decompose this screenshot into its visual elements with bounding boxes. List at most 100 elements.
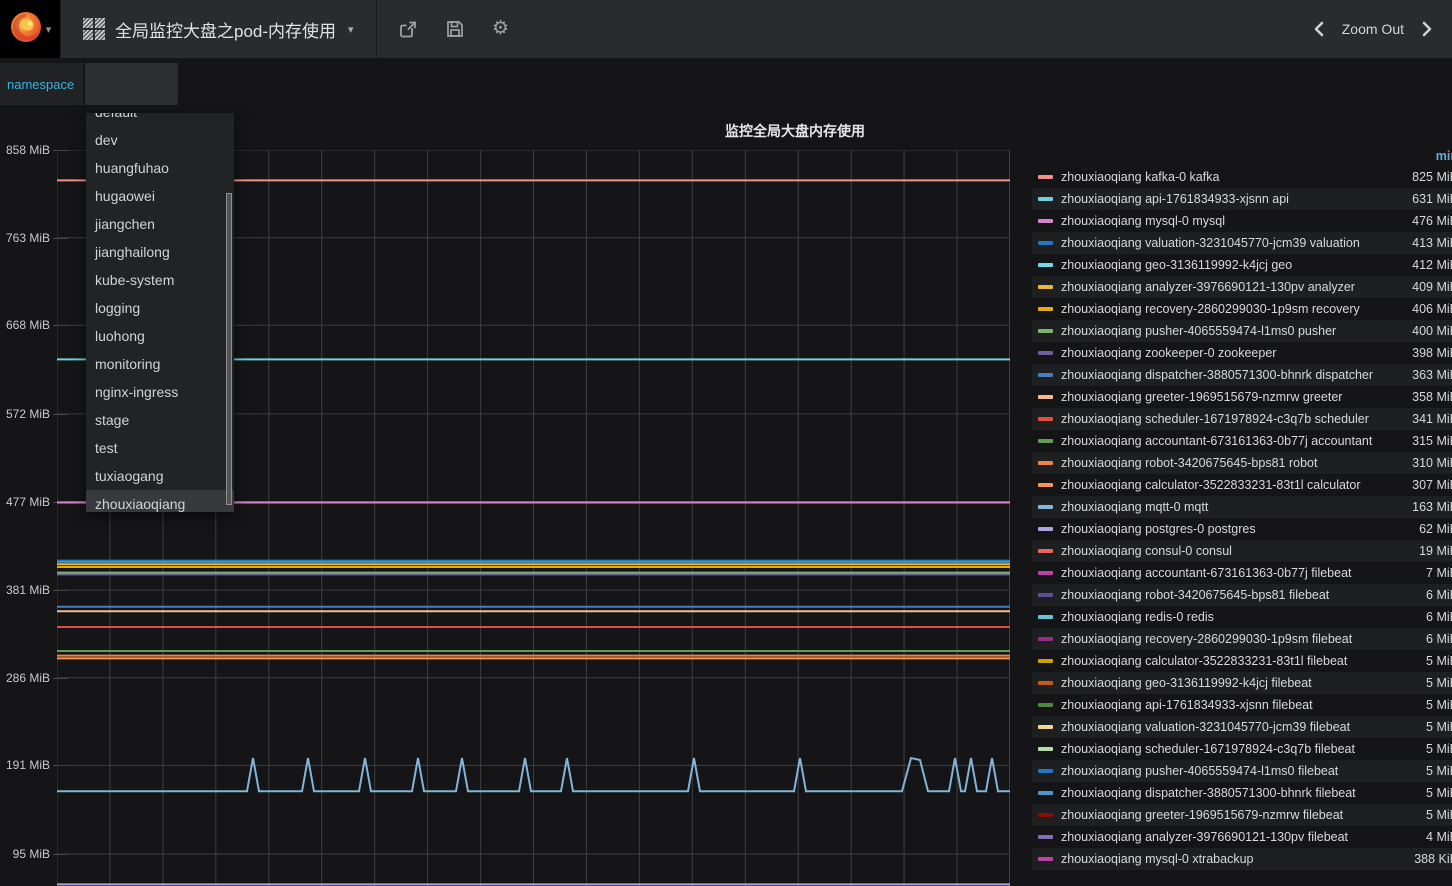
settings-gear-icon[interactable]: ⚙ <box>491 19 511 39</box>
series-color-swatch <box>1038 593 1053 597</box>
series-color-swatch <box>1038 285 1053 289</box>
series-color-swatch <box>1038 747 1053 751</box>
chevron-left-icon[interactable] <box>1312 20 1326 38</box>
legend-series-row[interactable]: zhouxiaoqiang consul-0 consul19 MiB <box>1032 540 1452 562</box>
series-label: zhouxiaoqiang calculator-3522833231-83t1… <box>1061 654 1388 668</box>
series-label: zhouxiaoqiang mqtt-0 mqtt <box>1061 500 1388 514</box>
legend-series-row[interactable]: zhouxiaoqiang kafka-0 kafka825 MiB <box>1032 166 1452 188</box>
y-axis-tick-label: 668 MiB <box>0 318 50 332</box>
chevron-down-icon: ▾ <box>46 23 52 36</box>
series-label: zhouxiaoqiang zookeeper-0 zookeeper <box>1061 346 1388 360</box>
legend-series-row[interactable]: zhouxiaoqiang dispatcher-3880571300-bhnr… <box>1032 782 1452 804</box>
legend-series-row[interactable]: zhouxiaoqiang calculator-3522833231-83t1… <box>1032 474 1452 496</box>
legend-series-row[interactable]: zhouxiaoqiang accountant-673161363-0b77j… <box>1032 430 1452 452</box>
dropdown-option-hugaowei[interactable]: hugaowei <box>86 182 234 210</box>
dropdown-option-default[interactable]: default <box>86 113 234 126</box>
zoom-out-button[interactable]: Zoom Out <box>1342 21 1404 37</box>
share-icon[interactable] <box>399 19 419 39</box>
save-icon[interactable] <box>445 19 465 39</box>
dropdown-option-jiangchen[interactable]: jiangchen <box>86 210 234 238</box>
legend-series-row[interactable]: zhouxiaoqiang analyzer-3976690121-130pv … <box>1032 826 1452 848</box>
series-min-value: 409 MiB <box>1388 280 1452 294</box>
series-label: zhouxiaoqiang kafka-0 kafka <box>1061 170 1388 184</box>
chevron-right-icon[interactable] <box>1420 20 1434 38</box>
dropdown-option-jianghailong[interactable]: jianghailong <box>86 238 234 266</box>
series-label: zhouxiaoqiang analyzer-3976690121-130pv … <box>1061 830 1388 844</box>
legend-series-row[interactable]: zhouxiaoqiang api-1761834933-xjsnn fileb… <box>1032 694 1452 716</box>
series-min-value: 476 MiB <box>1388 214 1452 228</box>
series-min-value: 413 MiB <box>1388 236 1452 250</box>
panel-title[interactable]: 监控全局大盘内存使用 <box>138 121 1452 141</box>
series-min-value: 163 MiB <box>1388 500 1452 514</box>
legend-series-row[interactable]: zhouxiaoqiang recovery-2860299030-1p9sm … <box>1032 628 1452 650</box>
dropdown-option-tuxiaogang[interactable]: tuxiaogang <box>86 462 234 490</box>
legend-series-row[interactable]: zhouxiaoqiang greeter-1969515679-nzmrw g… <box>1032 386 1452 408</box>
series-min-value: 6 MiB <box>1388 588 1452 602</box>
series-min-value: 4 MiB <box>1388 830 1452 844</box>
y-axis-tick-label: 477 MiB <box>0 495 50 509</box>
legend-series-row[interactable]: zhouxiaoqiang pusher-4065559474-l1ms0 fi… <box>1032 760 1452 782</box>
legend-header-spacer <box>1038 154 1053 158</box>
legend-series-row[interactable]: zhouxiaoqiang mysql-0 xtrabackup388 KiB <box>1032 848 1452 870</box>
legend-series-row[interactable]: zhouxiaoqiang dispatcher-3880571300-bhnr… <box>1032 364 1452 386</box>
legend-min-column-header[interactable]: min <box>1388 149 1452 163</box>
dropdown-option-stage[interactable]: stage <box>86 406 234 434</box>
legend-series-row[interactable]: zhouxiaoqiang robot-3420675645-bps81 rob… <box>1032 452 1452 474</box>
legend-series-row[interactable]: zhouxiaoqiang valuation-3231045770-jcm39… <box>1032 716 1452 738</box>
series-color-swatch <box>1038 241 1053 245</box>
dropdown-option-kube-system[interactable]: kube-system <box>86 266 234 294</box>
legend-series-row[interactable]: zhouxiaoqiang zookeeper-0 zookeeper398 M… <box>1032 342 1452 364</box>
series-color-swatch <box>1038 791 1053 795</box>
legend-series-row[interactable]: zhouxiaoqiang redis-0 redis6 MiB <box>1032 606 1452 628</box>
legend-series-row[interactable]: zhouxiaoqiang scheduler-1671978924-c3q7b… <box>1032 408 1452 430</box>
dropdown-scrollbar[interactable] <box>226 193 232 505</box>
y-axis-tick-label: 858 MiB <box>0 143 50 157</box>
grafana-logo-menu[interactable]: ▾ <box>0 0 60 58</box>
legend-series-row[interactable]: zhouxiaoqiang robot-3420675645-bps81 fil… <box>1032 584 1452 606</box>
legend-series-row[interactable]: zhouxiaoqiang valuation-3231045770-jcm39… <box>1032 232 1452 254</box>
series-min-value: 5 MiB <box>1388 654 1452 668</box>
dropdown-option-huangfuhao[interactable]: huangfuhao <box>86 154 234 182</box>
dropdown-option-monitoring[interactable]: monitoring <box>86 350 234 378</box>
legend-series-row[interactable]: zhouxiaoqiang analyzer-3976690121-130pv … <box>1032 276 1452 298</box>
series-label: zhouxiaoqiang pusher-4065559474-l1ms0 fi… <box>1061 764 1388 778</box>
legend-series-row[interactable]: zhouxiaoqiang api-1761834933-xjsnn api63… <box>1032 188 1452 210</box>
series-min-value: 19 MiB <box>1388 544 1452 558</box>
series-label: zhouxiaoqiang scheduler-1671978924-c3q7b… <box>1061 412 1388 426</box>
legend-series-row[interactable]: zhouxiaoqiang greeter-1969515679-nzmrw f… <box>1032 804 1452 826</box>
legend-series-row[interactable]: zhouxiaoqiang scheduler-1671978924-c3q7b… <box>1032 738 1452 760</box>
series-color-swatch <box>1038 769 1053 773</box>
graph-legend: min zhouxiaoqiang kafka-0 kafka825 MiBzh… <box>1032 146 1452 870</box>
y-axis-tick-label: 381 MiB <box>0 583 50 597</box>
legend-series-row[interactable]: zhouxiaoqiang calculator-3522833231-83t1… <box>1032 650 1452 672</box>
series-color-swatch <box>1038 197 1053 201</box>
series-color-swatch <box>1038 373 1053 377</box>
namespace-dropdown: defaultdevhuangfuhaohugaoweijiangchenjia… <box>86 113 234 512</box>
series-label: zhouxiaoqiang recovery-2860299030-1p9sm … <box>1061 302 1388 316</box>
dropdown-option-test[interactable]: test <box>86 434 234 462</box>
series-color-swatch <box>1038 351 1053 355</box>
dropdown-option-dev[interactable]: dev <box>86 126 234 154</box>
legend-series-row[interactable]: zhouxiaoqiang geo-3136119992-k4jcj geo41… <box>1032 254 1452 276</box>
y-axis-tick-label: 191 MiB <box>0 758 50 772</box>
dropdown-option-logging[interactable]: logging <box>86 294 234 322</box>
series-min-value: 310 MiB <box>1388 456 1452 470</box>
legend-series-row[interactable]: zhouxiaoqiang mqtt-0 mqtt163 MiB <box>1032 496 1452 518</box>
series-min-value: 5 MiB <box>1388 786 1452 800</box>
series-color-swatch <box>1038 461 1053 465</box>
legend-series-row[interactable]: zhouxiaoqiang accountant-673161363-0b77j… <box>1032 562 1452 584</box>
legend-series-row[interactable]: zhouxiaoqiang mysql-0 mysql476 MiB <box>1032 210 1452 232</box>
series-min-value: 307 MiB <box>1388 478 1452 492</box>
namespace-value-input[interactable] <box>85 63 178 105</box>
dropdown-option-zhouxiaoqiang[interactable]: zhouxiaoqiang <box>86 490 234 512</box>
series-color-swatch <box>1038 703 1053 707</box>
series-min-value: 388 KiB <box>1388 852 1452 866</box>
series-min-value: 6 MiB <box>1388 610 1452 624</box>
legend-series-row[interactable]: zhouxiaoqiang recovery-2860299030-1p9sm … <box>1032 298 1452 320</box>
dropdown-option-luohong[interactable]: luohong <box>86 322 234 350</box>
legend-series-row[interactable]: zhouxiaoqiang postgres-0 postgres62 MiB <box>1032 518 1452 540</box>
legend-series-row[interactable]: zhouxiaoqiang pusher-4065559474-l1ms0 pu… <box>1032 320 1452 342</box>
dashboard-title-button[interactable]: 全局监控大盘之pod-内存使用 ▾ <box>60 0 377 58</box>
dropdown-option-nginx-ingress[interactable]: nginx-ingress <box>86 378 234 406</box>
legend-series-row[interactable]: zhouxiaoqiang geo-3136119992-k4jcj fileb… <box>1032 672 1452 694</box>
